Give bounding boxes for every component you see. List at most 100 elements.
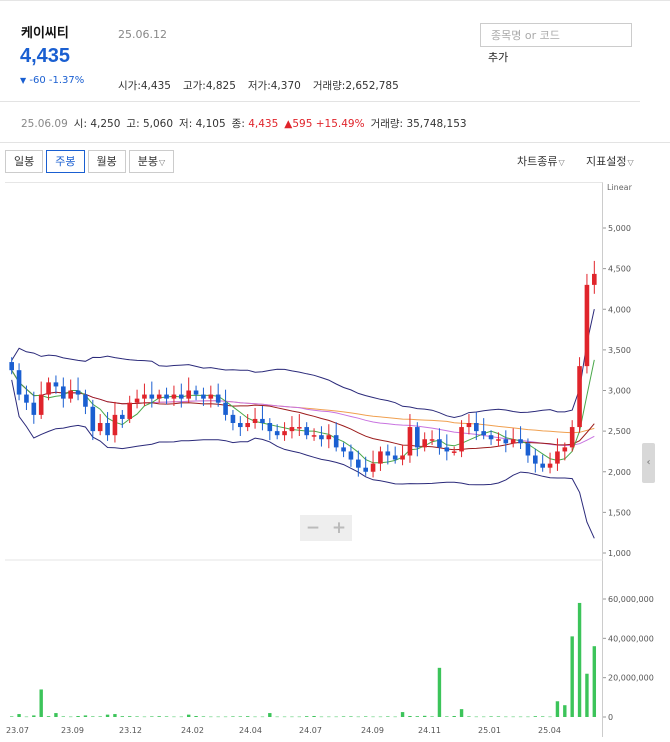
- candle-body: [38, 394, 44, 415]
- y-tick-label: 3,500: [608, 346, 631, 355]
- volume-bar: [231, 716, 235, 717]
- volume-bar: [186, 714, 191, 717]
- volume-bar: [24, 716, 29, 718]
- candle-body: [90, 406, 96, 432]
- candle-body: [466, 423, 472, 428]
- volume-bar: [489, 716, 493, 717]
- candle-body: [120, 414, 125, 419]
- candle-body: [326, 435, 332, 440]
- volume-bar: [533, 716, 538, 717]
- volume-bar: [415, 716, 420, 717]
- candle-body: [422, 439, 427, 448]
- zoom-in-button[interactable]: +: [326, 515, 352, 541]
- candle-body: [238, 423, 243, 428]
- candle-body: [437, 439, 442, 448]
- volume-bar: [555, 701, 560, 717]
- candle-body: [193, 390, 199, 395]
- candle-body: [105, 423, 110, 436]
- candle-body: [24, 394, 29, 403]
- volume-bar: [172, 716, 176, 718]
- candle-body: [503, 439, 509, 444]
- candle-body: [97, 423, 103, 432]
- volume-bar: [422, 715, 427, 717]
- volume-bar: [518, 716, 523, 718]
- candle-body: [378, 451, 383, 464]
- volume-bar: [32, 715, 36, 717]
- volume-bar: [46, 716, 51, 717]
- volume-bar: [445, 716, 449, 717]
- candle-body: [348, 451, 354, 460]
- volume-bar: [142, 716, 147, 718]
- volume-bar: [408, 716, 412, 717]
- x-tick-label: 23.07: [6, 726, 29, 735]
- volume-bar: [577, 602, 582, 717]
- side-panel-toggle[interactable]: ‹: [642, 443, 655, 483]
- candle-body: [319, 435, 324, 440]
- candle-body: [134, 398, 140, 403]
- volume-bar: [334, 716, 338, 718]
- volume-bar: [150, 716, 154, 717]
- volume-bar: [312, 716, 316, 717]
- candle-body: [415, 427, 420, 448]
- candle-body: [274, 431, 280, 436]
- volume-tick-label: 0: [608, 713, 613, 722]
- candle-body: [186, 390, 191, 399]
- volume-bar: [194, 716, 198, 717]
- volume-bar: [570, 636, 574, 717]
- volume-bar: [341, 716, 346, 717]
- volume-bar: [260, 716, 265, 718]
- candle-body: [488, 435, 494, 440]
- volume-bar: [371, 716, 375, 718]
- candle-body: [370, 463, 376, 472]
- candle-body: [164, 394, 169, 399]
- candle-body: [429, 439, 435, 441]
- ma-short-line: [11, 359, 595, 464]
- volume-bar: [179, 716, 184, 718]
- candle-body: [392, 455, 398, 460]
- ma-xlong-line: [114, 400, 595, 434]
- volume-bar: [223, 716, 228, 718]
- volume-bar: [9, 716, 14, 717]
- y-tick-label: 5,000: [608, 224, 631, 233]
- price-chart[interactable]: Linear 5,000 4,500 4,000 3,500 3,000 2,500 2,00…: [0, 0, 670, 742]
- volume-bar: [393, 716, 397, 718]
- candle-body: [297, 427, 302, 429]
- candle-body: [444, 447, 450, 452]
- bollinger-upper: [11, 308, 595, 419]
- volume-bar: [113, 714, 117, 717]
- candle-body: [53, 382, 59, 387]
- volume-bar: [467, 716, 471, 717]
- candle-body: [267, 423, 273, 432]
- volume-bar: [127, 716, 132, 717]
- volume-bar: [105, 714, 110, 717]
- volume-bar: [54, 713, 58, 717]
- x-tick-label: 25.04: [538, 726, 561, 735]
- candle-body: [510, 439, 516, 444]
- x-tick-label: 24.02: [181, 726, 204, 735]
- volume-bar: [238, 716, 243, 717]
- x-tick-label: 24.11: [418, 726, 441, 735]
- volume-bar: [459, 709, 464, 717]
- candle-body: [311, 435, 317, 437]
- candle-body: [215, 394, 221, 403]
- volume-bar: [216, 716, 220, 718]
- volume-bar: [297, 716, 302, 718]
- candle-body: [171, 394, 177, 399]
- y-tick-label: 3,000: [608, 387, 631, 396]
- volume-bar: [452, 716, 456, 717]
- volume-bar: [563, 705, 567, 717]
- volume-tick-label: 20,000,000: [608, 674, 654, 683]
- volume-bar: [245, 716, 250, 717]
- zoom-out-button[interactable]: −: [300, 515, 326, 541]
- candle-body: [252, 418, 258, 423]
- x-tick-label: 25.01: [478, 726, 501, 735]
- x-tick-label: 23.12: [119, 726, 142, 735]
- candle-body: [569, 427, 575, 448]
- candle-body: [127, 402, 132, 419]
- y-tick-label: 4,500: [608, 265, 631, 274]
- y-tick-label: 2,500: [608, 427, 631, 436]
- volume-bar: [39, 689, 43, 717]
- scale-type-label: Linear: [607, 183, 633, 192]
- candle-body: [584, 284, 590, 367]
- candle-body: [31, 402, 37, 415]
